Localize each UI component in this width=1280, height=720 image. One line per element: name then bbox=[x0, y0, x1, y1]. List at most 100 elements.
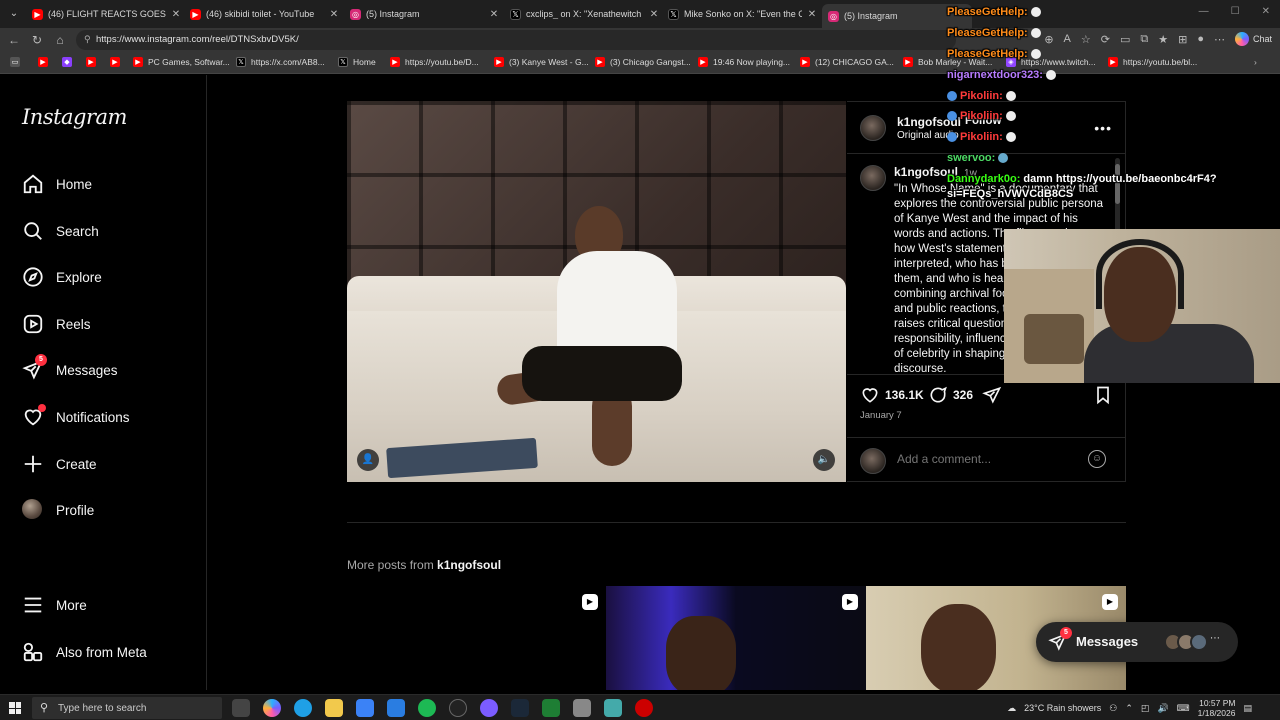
menu-dots-icon[interactable]: ⋯ bbox=[1214, 33, 1225, 46]
bookmarks-overflow-icon[interactable]: › bbox=[1254, 57, 1257, 67]
home-icon[interactable]: ⌂ bbox=[52, 32, 68, 48]
reel-video[interactable]: 👤 🔈 bbox=[347, 101, 846, 482]
taskbar-search[interactable]: ⚲ Type here to search bbox=[32, 697, 222, 719]
zoom-icon[interactable]: ⊕ bbox=[1044, 33, 1053, 46]
read-aloud-icon[interactable]: A bbox=[1064, 33, 1071, 45]
xbox-icon[interactable] bbox=[542, 699, 560, 717]
more-posts-username[interactable]: k1ngofsoul bbox=[437, 558, 501, 572]
weather-text[interactable]: 23°C Rain showers bbox=[1024, 703, 1101, 713]
notifications-center-icon[interactable]: ▤ bbox=[1243, 703, 1252, 714]
nav-home[interactable]: Home bbox=[22, 172, 92, 196]
spotify-icon[interactable] bbox=[418, 699, 436, 717]
nav-messages[interactable]: 5 Messages bbox=[22, 354, 118, 382]
close-tab-icon[interactable]: ✕ bbox=[328, 9, 340, 20]
bookmark-item[interactable]: 𝕏 Home bbox=[338, 57, 376, 67]
nav-profile[interactable]: Profile bbox=[22, 498, 94, 522]
weather-icon[interactable]: ☁ bbox=[1007, 703, 1016, 714]
copilot-chat-button[interactable]: Chat bbox=[1234, 32, 1272, 46]
profile-icon[interactable]: ● bbox=[1197, 33, 1204, 45]
browser-tab[interactable]: ◎ (5) Instagram ✕ bbox=[350, 4, 500, 24]
tray-overflow-icon[interactable]: ⌃ bbox=[1125, 703, 1133, 714]
bookmark-item[interactable]: ▭ bbox=[10, 57, 25, 67]
more-post-thumbnail[interactable]: ▶ bbox=[606, 586, 866, 690]
bookmark-item[interactable]: ▶ https://youtu.be/D... bbox=[390, 57, 479, 67]
youtube-icon: ▶ bbox=[494, 57, 504, 67]
maximize-icon[interactable]: ☐ bbox=[1231, 6, 1240, 17]
bookmark-item[interactable]: ▶ 19:46 Now playing... bbox=[698, 57, 790, 67]
refresh-icon[interactable]: ↻ bbox=[29, 32, 45, 48]
back-icon[interactable]: ← bbox=[6, 32, 22, 48]
bookmark-item[interactable]: ▶ bbox=[86, 57, 101, 67]
like-button[interactable]: 136.1K bbox=[860, 385, 924, 405]
refresh-page-icon[interactable]: ⟳ bbox=[1101, 33, 1110, 46]
outlook-icon[interactable] bbox=[387, 699, 405, 717]
file-explorer-icon[interactable] bbox=[325, 699, 343, 717]
close-tab-icon[interactable]: ✕ bbox=[648, 9, 660, 20]
nav-more[interactable]: More bbox=[22, 593, 87, 617]
nav-search[interactable]: Search bbox=[22, 219, 99, 243]
browser-tab[interactable]: ▶ (46) FLIGHT REACTS GOES OFF ON ✕ bbox=[32, 4, 182, 24]
people-icon[interactable]: ⚇ bbox=[1109, 703, 1117, 714]
bookmark-item[interactable]: ▶ https://youtu.be/bl... bbox=[1108, 57, 1197, 67]
bookmark-item[interactable]: 𝕏https://x.com/AB8... bbox=[236, 57, 325, 67]
bookmark-item[interactable]: ▶ bbox=[110, 57, 125, 67]
nav-notifications[interactable]: Notifications bbox=[22, 404, 130, 429]
bookmark-item[interactable]: ▶ bbox=[38, 57, 53, 67]
extensions-icon[interactable]: ⧉ bbox=[1140, 33, 1148, 46]
split-screen-icon[interactable]: ▭ bbox=[1120, 33, 1130, 46]
collections-icon[interactable]: ⊞ bbox=[1178, 33, 1187, 46]
browser-tab[interactable]: 𝕏 cxclips_ on X: "Xenathewitch got m ✕ bbox=[510, 4, 660, 24]
comment-button[interactable]: 326 bbox=[928, 385, 973, 405]
author-avatar[interactable] bbox=[860, 115, 886, 141]
emoji-icon[interactable]: ☺ bbox=[1088, 450, 1106, 468]
site-info-icon[interactable]: ⚲ bbox=[84, 34, 91, 45]
badge-icon bbox=[947, 132, 957, 143]
task-view-icon[interactable] bbox=[232, 699, 250, 717]
save-button[interactable] bbox=[1093, 385, 1118, 405]
edge-icon[interactable] bbox=[294, 699, 312, 717]
windows-start-icon[interactable] bbox=[9, 702, 21, 714]
nav-also-from-meta[interactable]: Also from Meta bbox=[22, 640, 147, 664]
url-field[interactable]: ⚲ https://www.instagram.com/reel/DTNSxbv… bbox=[76, 30, 956, 50]
bookmark-item[interactable]: ◆ bbox=[62, 57, 77, 67]
browser-tab[interactable]: ▶ (46) skibidi toilet - YouTube ✕ bbox=[190, 4, 340, 24]
mute-icon[interactable]: 🔈 bbox=[813, 449, 835, 471]
nav-explore[interactable]: Explore bbox=[22, 265, 102, 289]
bookmark-item[interactable]: ▶ PC Games, Softwar... bbox=[133, 57, 230, 67]
close-window-icon[interactable]: ✕ bbox=[1262, 6, 1270, 17]
nav-create[interactable]: Create bbox=[22, 452, 97, 476]
steam-icon[interactable] bbox=[511, 699, 529, 717]
favorites-icon[interactable]: ★ bbox=[1158, 33, 1168, 46]
more-post-thumbnail[interactable]: ▶ bbox=[347, 586, 606, 690]
copilot-icon[interactable] bbox=[263, 699, 281, 717]
network-icon[interactable]: ◰ bbox=[1141, 703, 1150, 714]
share-button[interactable] bbox=[982, 385, 1007, 405]
comment-input[interactable] bbox=[897, 452, 1077, 466]
minimize-icon[interactable]: — bbox=[1199, 6, 1209, 17]
tagged-user-icon[interactable]: 👤 bbox=[357, 449, 379, 471]
tab-list-dropdown[interactable]: ⌄ bbox=[6, 6, 22, 22]
bookmark-item[interactable]: ▶ (3) Chicago Gangst... bbox=[595, 57, 691, 67]
instagram-logo[interactable]: Instagram bbox=[22, 105, 127, 129]
streamer-webcam bbox=[1004, 229, 1280, 383]
bookmark-item[interactable]: ▶ (3) Kanye West - G... bbox=[494, 57, 589, 67]
caption-avatar[interactable] bbox=[860, 165, 886, 191]
close-tab-icon[interactable]: ✕ bbox=[806, 9, 818, 20]
bookmark-item[interactable]: ▶ (12) CHICAGO GA... bbox=[800, 57, 894, 67]
media-player-icon[interactable] bbox=[449, 699, 467, 717]
browser-tab[interactable]: 𝕏 Mike Sonko on X: "Even the Chine ✕ bbox=[668, 4, 818, 24]
volume-icon[interactable]: 🔊 bbox=[1157, 703, 1168, 714]
clock[interactable]: 10:57 PM 1/18/2026 bbox=[1198, 698, 1236, 718]
favorite-star-icon[interactable]: ☆ bbox=[1081, 33, 1091, 46]
settings-icon[interactable] bbox=[573, 699, 591, 717]
app-icon[interactable] bbox=[604, 699, 622, 717]
discord-icon[interactable] bbox=[480, 699, 498, 717]
language-icon[interactable]: ⌨ bbox=[1177, 703, 1190, 714]
obs-icon[interactable] bbox=[635, 699, 653, 717]
nav-reels[interactable]: Reels bbox=[22, 312, 91, 336]
store-icon[interactable] bbox=[356, 699, 374, 717]
more-options-icon[interactable]: ••• bbox=[1094, 120, 1112, 136]
close-tab-icon[interactable]: ✕ bbox=[488, 9, 500, 20]
close-tab-icon[interactable]: ✕ bbox=[170, 9, 182, 20]
messages-floating-button[interactable]: 5 Messages ⋯ bbox=[1036, 622, 1238, 662]
